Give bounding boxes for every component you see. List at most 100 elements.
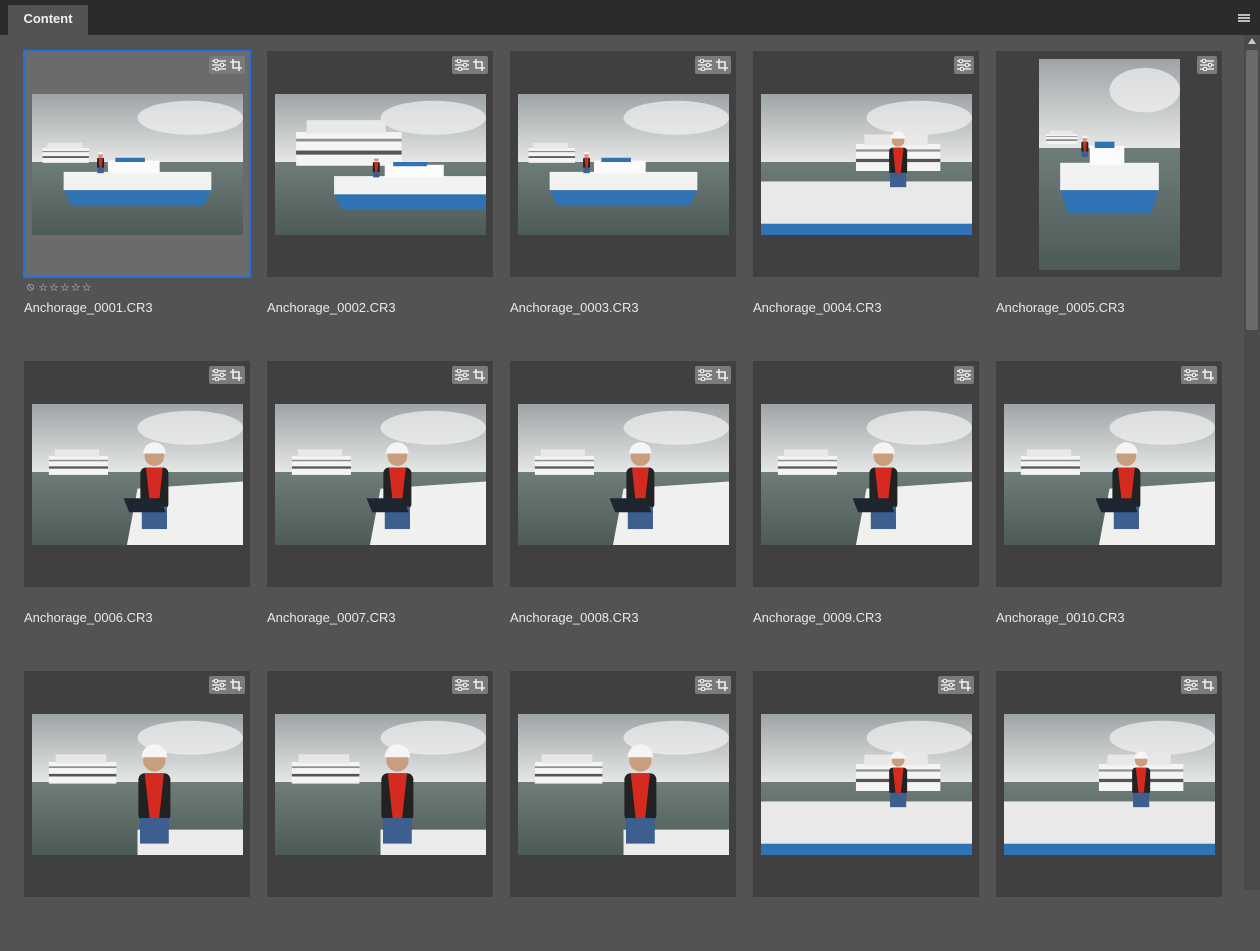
thumbnail-cell[interactable] (24, 671, 250, 951)
thumbnail-cell[interactable] (753, 671, 979, 951)
thumbnail-card[interactable] (510, 51, 736, 277)
thumbnail-image[interactable] (275, 94, 486, 235)
crop-icon (230, 679, 242, 691)
tab-content[interactable]: Content (8, 5, 88, 35)
thumbnail-card[interactable] (24, 671, 250, 897)
adjustment-sliders-icon (698, 59, 712, 71)
rating-star-icon[interactable]: ☆ (38, 281, 48, 294)
edit-status-badge (1197, 56, 1217, 74)
rating-star-icon[interactable]: ☆ (82, 281, 92, 294)
thumbnail-card[interactable] (510, 361, 736, 587)
star-rating[interactable]: ⦸ ☆ ☆ ☆ ☆ ☆ (27, 281, 92, 294)
thumbnail-card[interactable] (753, 51, 979, 277)
edit-status-badge (954, 366, 974, 384)
thumbnail-cell[interactable]: Anchorage_0006.CR3 (24, 361, 250, 641)
crop-icon (473, 59, 485, 71)
adjustment-sliders-icon (212, 679, 226, 691)
edit-status-badge (1181, 366, 1217, 384)
thumbnail-cell[interactable] (996, 671, 1222, 951)
thumbnail-image[interactable] (32, 714, 243, 855)
thumbnail-card[interactable] (753, 361, 979, 587)
edit-status-badge (954, 56, 974, 74)
rating-star-icon[interactable]: ☆ (60, 281, 70, 294)
scroll-up-arrow-icon[interactable] (1248, 38, 1256, 44)
edit-status-badge (209, 676, 245, 694)
thumbnail-image[interactable] (518, 404, 729, 545)
crop-icon (230, 369, 242, 381)
thumbnail-cell[interactable]: Anchorage_0004.CR3 (753, 51, 979, 331)
thumbnail-cell[interactable]: Anchorage_0007.CR3 (267, 361, 493, 641)
thumbnail-image[interactable] (32, 94, 243, 235)
thumbnail-image[interactable] (761, 404, 972, 545)
thumbnail-card[interactable] (996, 671, 1222, 897)
thumbnail-image[interactable] (761, 714, 972, 855)
adjustment-sliders-icon (1184, 369, 1198, 381)
thumbnail-card[interactable] (996, 51, 1222, 277)
thumbnail-card[interactable] (753, 671, 979, 897)
adjustment-sliders-icon (455, 59, 469, 71)
thumbnail-image[interactable] (518, 94, 729, 235)
thumbnail-card[interactable] (510, 671, 736, 897)
thumbnail-card[interactable] (267, 361, 493, 587)
thumbnail-card[interactable] (267, 671, 493, 897)
crop-icon (473, 679, 485, 691)
thumbnail-image[interactable] (32, 404, 243, 545)
scrollbar-thumb[interactable] (1246, 50, 1258, 330)
thumbnail-cell[interactable]: Anchorage_0005.CR3 (996, 51, 1222, 331)
reject-icon[interactable]: ⦸ (27, 281, 34, 294)
adjustment-sliders-icon (698, 679, 712, 691)
thumbnail-card[interactable] (996, 361, 1222, 587)
adjustment-sliders-icon (698, 369, 712, 381)
thumbnail-card[interactable] (24, 361, 250, 587)
edit-status-badge (452, 366, 488, 384)
adjustment-sliders-icon (455, 679, 469, 691)
adjustment-sliders-icon (455, 369, 469, 381)
thumbnail-filename: Anchorage_0008.CR3 (510, 610, 639, 625)
thumbnail-grid: ⦸ ☆ ☆ ☆ ☆ ☆ Anchorage_0001.CR3 Anchorage_0002.C… (23, 50, 1224, 897)
thumbnail-cell[interactable]: Anchorage_0002.CR3 (267, 51, 493, 331)
crop-icon (959, 679, 971, 691)
crop-icon (473, 369, 485, 381)
thumbnail-cell[interactable]: Anchorage_0008.CR3 (510, 361, 736, 641)
edit-status-badge (695, 366, 731, 384)
edit-status-badge (209, 56, 245, 74)
thumbnail-card[interactable] (267, 51, 493, 277)
thumbnail-filename: Anchorage_0006.CR3 (24, 610, 153, 625)
thumbnail-image[interactable] (761, 94, 972, 235)
crop-icon (716, 59, 728, 71)
adjustment-sliders-icon (1184, 679, 1198, 691)
thumbnail-image[interactable] (275, 404, 486, 545)
thumbnail-cell[interactable]: Anchorage_0009.CR3 (753, 361, 979, 641)
edit-status-badge (695, 56, 731, 74)
panel-tab-bar: Content (0, 0, 1260, 35)
rating-star-icon[interactable]: ☆ (71, 281, 81, 294)
thumbnail-image[interactable] (518, 714, 729, 855)
edit-status-badge (695, 676, 731, 694)
crop-icon (716, 369, 728, 381)
edit-status-badge (452, 56, 488, 74)
edit-status-badge (1181, 676, 1217, 694)
thumbnail-image[interactable] (1039, 59, 1180, 270)
thumbnail-filename: Anchorage_0001.CR3 (24, 300, 153, 315)
adjustment-sliders-icon (212, 59, 226, 71)
thumbnail-image[interactable] (1004, 404, 1215, 545)
edit-status-badge (938, 676, 974, 694)
thumbnail-image[interactable] (275, 714, 486, 855)
rating-star-icon[interactable]: ☆ (49, 281, 59, 294)
thumbnail-filename: Anchorage_0002.CR3 (267, 300, 396, 315)
thumbnail-cell[interactable] (510, 671, 736, 951)
adjustment-sliders-icon (957, 369, 971, 381)
adjustment-sliders-icon (957, 59, 971, 71)
thumbnail-cell[interactable]: ⦸ ☆ ☆ ☆ ☆ ☆ Anchorage_0001.CR3 (23, 50, 251, 331)
hamburger-menu-icon[interactable] (1238, 14, 1250, 22)
thumbnail-image[interactable] (1004, 714, 1215, 855)
thumbnail-cell[interactable]: Anchorage_0003.CR3 (510, 51, 736, 331)
thumbnail-cell[interactable]: Anchorage_0010.CR3 (996, 361, 1222, 641)
thumbnail-cell[interactable] (267, 671, 493, 951)
edit-status-badge (452, 676, 488, 694)
thumbnail-filename: Anchorage_0003.CR3 (510, 300, 639, 315)
crop-icon (1202, 369, 1214, 381)
thumbnail-card-selected[interactable] (23, 50, 251, 278)
crop-icon (230, 59, 242, 71)
crop-icon (1202, 679, 1214, 691)
